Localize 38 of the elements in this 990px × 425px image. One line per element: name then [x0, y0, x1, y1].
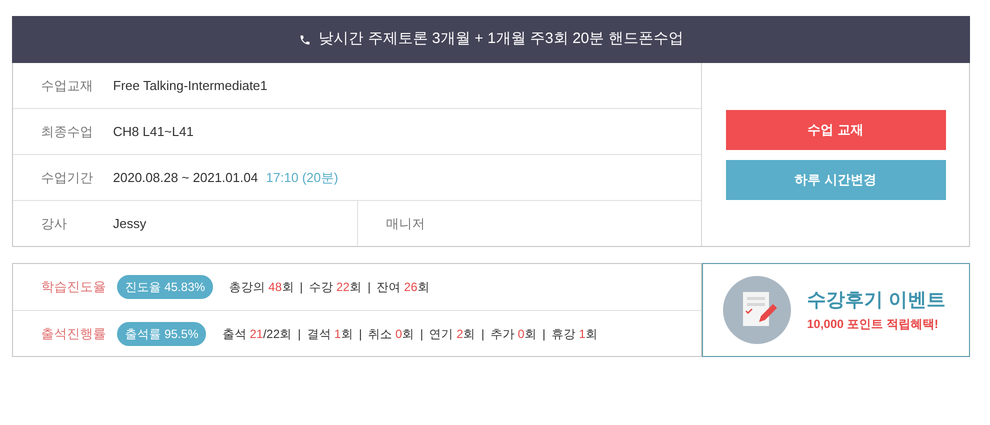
course-title: 낮시간 주제토론 3개월 + 1개월 주3회 20분 핸드폰수업	[318, 29, 684, 50]
event-banner[interactable]: 수강후기 이벤트 10,000 포인트 적립혜택!	[702, 263, 970, 357]
separator: |	[542, 326, 546, 342]
stat-text: 추가 0회	[490, 326, 536, 342]
rate-badge: 출석률 95.5%	[117, 322, 206, 346]
event-subtitle: 10,000 포인트 적립혜택!	[807, 316, 940, 334]
stat-text: 총강의 48회	[229, 279, 294, 296]
separator: |	[298, 326, 301, 342]
class-time: 17:10 (20분)	[266, 168, 338, 187]
separator: |	[481, 326, 484, 342]
stat-text: 연기 2회	[429, 326, 476, 342]
field-label: 강사	[40, 214, 68, 233]
field-label: 수업기간	[40, 168, 94, 187]
separator: |	[300, 279, 303, 296]
metric-label: 학습진도율	[40, 278, 107, 296]
stat-text: 잔여 26회	[376, 279, 430, 296]
stat-text: 수강 22회	[308, 279, 362, 296]
metric-label: 출석진행률	[40, 324, 107, 343]
review-icon	[723, 276, 791, 344]
field-value: 2020.08.28 ~ 2021.01.04	[113, 168, 258, 187]
separator: |	[368, 279, 371, 296]
stat-text: 출석 21/22회	[222, 326, 292, 342]
field-label: 최종수업	[40, 122, 94, 141]
action-button[interactable]: 하루 시간변경	[726, 160, 946, 200]
action-button[interactable]: 수업 교재	[726, 110, 946, 150]
stat-text: 휴강 1회	[552, 326, 598, 342]
separator: |	[358, 326, 362, 342]
field-value: CH8 L41~L41	[113, 122, 194, 141]
phone-icon	[298, 34, 311, 46]
field-value: Jessy	[113, 214, 148, 233]
separator: |	[420, 326, 424, 342]
field-value: Free Talking-Intermediate1	[113, 76, 268, 95]
stat-text: 결석 1회	[306, 326, 353, 342]
rate-badge: 진도율 45.83%	[117, 275, 214, 299]
stat-text: 취소 0회	[368, 326, 414, 342]
field-label: 수업교재	[40, 76, 94, 95]
field-label: 매니저	[386, 214, 425, 233]
event-title: 수강후기 이벤트	[807, 288, 946, 313]
